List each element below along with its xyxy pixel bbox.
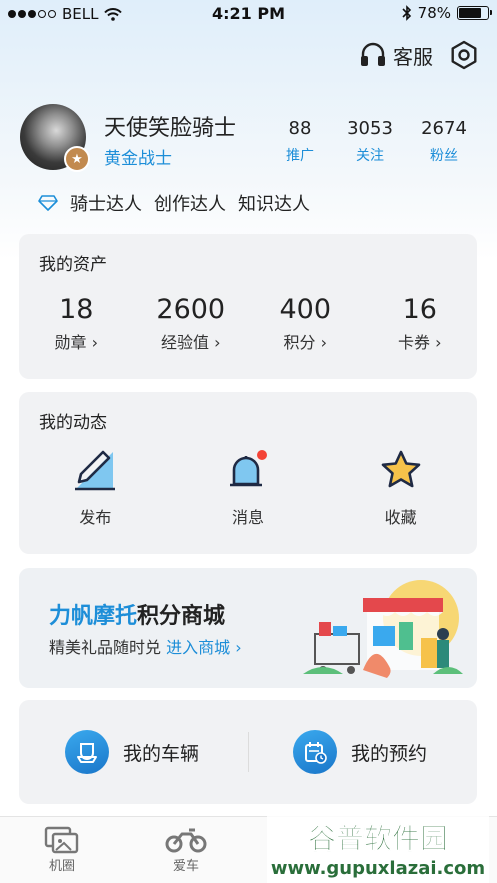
mall-brand: 力帆摩托	[49, 604, 138, 629]
asset-experience[interactable]: 2600 经验值 ›	[134, 294, 249, 353]
stat-value: 88	[288, 118, 312, 139]
battery-icon	[457, 6, 492, 20]
calendar-icon	[293, 730, 337, 774]
asset-value: 400	[279, 294, 332, 325]
rank-badge-icon: ★	[64, 146, 90, 172]
mall-title-rest: 积分商城	[137, 604, 226, 629]
asset-value: 18	[59, 294, 94, 325]
messages-button[interactable]: 消息	[172, 444, 325, 528]
status-bar: BELL 4:21 PM 78%	[0, 0, 497, 28]
asset-label: 经验值 ›	[161, 333, 221, 352]
star-icon	[381, 450, 420, 488]
notification-dot	[257, 450, 267, 460]
rank-title: 黄金战士	[104, 149, 172, 169]
achievement-tags: 骑士达人 创作达人 知识达人	[38, 190, 310, 216]
favorites-button[interactable]: 收藏	[324, 444, 477, 528]
my-appointments-label: 我的预约	[351, 742, 428, 765]
asset-label: 卡券 ›	[398, 333, 442, 352]
activity-title: 我的动态	[39, 413, 107, 433]
watermark-title: 谷普软件园	[308, 822, 448, 855]
stat-value: 3053	[347, 118, 393, 139]
stat-label: 关注	[356, 148, 384, 164]
activity-card: 我的动态 发布 消息 收藏	[19, 392, 477, 554]
stat-fans[interactable]: 2674 粉丝	[408, 118, 480, 165]
divider	[248, 732, 249, 772]
helmet-icon	[65, 730, 109, 774]
asset-label: 勋章 ›	[54, 333, 99, 352]
tab-label: 爱车	[172, 859, 199, 874]
my-vehicles-label: 我的车辆	[123, 742, 200, 765]
enter-mall-link[interactable]: 进入商城 ›	[166, 638, 242, 657]
shopping-illustration	[303, 580, 463, 678]
post-button[interactable]: 发布	[19, 444, 172, 528]
my-vehicles-button[interactable]: 我的车辆	[65, 730, 199, 774]
bell-icon	[230, 450, 267, 487]
customer-service-button[interactable]: 客服	[359, 41, 433, 70]
tag-item[interactable]: 骑士达人	[70, 190, 142, 216]
customer-service-label: 客服	[393, 44, 433, 69]
asset-medals[interactable]: 18 勋章 ›	[19, 294, 134, 353]
tab-circle[interactable]: 机圈	[22, 825, 102, 874]
tag-item[interactable]: 知识达人	[238, 190, 310, 216]
messages-label: 消息	[232, 508, 265, 527]
stat-promote[interactable]: 88 推广	[268, 118, 332, 165]
tab-my-bike[interactable]: 爱车	[146, 825, 226, 874]
watermark-logo: 谷普软件园 www.gupuxlazai.com	[267, 816, 489, 883]
my-appointments-button[interactable]: 我的预约	[293, 730, 427, 774]
photo-stack-icon	[44, 826, 79, 854]
battery-percent: 78%	[417, 4, 451, 22]
stat-value: 2674	[421, 118, 467, 139]
asset-value: 2600	[156, 294, 226, 325]
favorites-label: 收藏	[384, 508, 417, 527]
asset-points[interactable]: 400 积分 ›	[248, 294, 363, 353]
watermark-url: www.gupuxlazai.com	[271, 858, 485, 879]
motorcycle-icon	[165, 828, 207, 853]
asset-label: 积分 ›	[283, 333, 328, 352]
stat-label: 粉丝	[430, 148, 458, 164]
mall-title: 力帆摩托积分商城	[49, 598, 225, 630]
mall-subtitle-text: 精美礼品随时兑	[49, 638, 162, 657]
nickname: 天使笑脸骑士	[104, 116, 237, 141]
points-mall-banner[interactable]: 力帆摩托积分商城 精美礼品随时兑 进入商城 ›	[19, 568, 477, 688]
asset-coupons[interactable]: 16 卡券 ›	[363, 294, 478, 353]
vehicle-card: 我的车辆 我的预约	[19, 700, 477, 804]
tab-label: 机圈	[48, 859, 75, 874]
assets-title: 我的资产	[39, 255, 107, 275]
stat-label: 推广	[286, 148, 314, 164]
post-label: 发布	[79, 508, 112, 527]
settings-hex-icon[interactable]	[449, 40, 479, 70]
mall-subtitle: 精美礼品随时兑 进入商城 ›	[49, 634, 242, 658]
asset-value: 16	[402, 294, 437, 325]
diamond-icon	[38, 195, 58, 211]
pencil-icon	[75, 450, 116, 491]
tag-item[interactable]: 创作达人	[154, 190, 226, 216]
assets-card: 我的资产 18 勋章 › 2600 经验值 › 400 积分 › 16 卡券 ›	[19, 234, 477, 379]
profile-stats: 88 推广 3053 关注 2674 粉丝	[268, 118, 480, 165]
bluetooth-icon	[402, 5, 411, 21]
profile-header: ★ 天使笑脸骑士 黄金战士 88 推广 3053 关注 2674 粉丝	[20, 104, 480, 174]
headset-icon	[361, 42, 385, 66]
stat-following[interactable]: 3053 关注	[332, 118, 408, 165]
